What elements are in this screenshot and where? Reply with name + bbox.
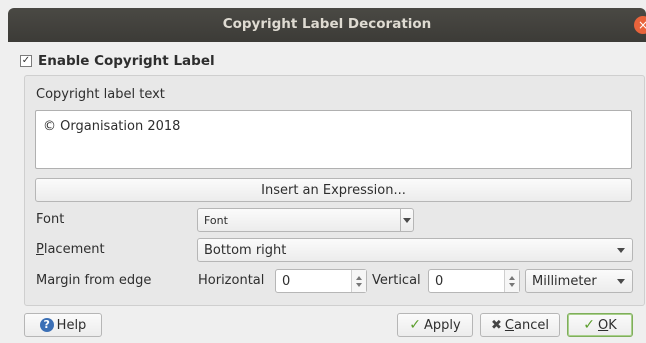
font-label: Font xyxy=(36,212,65,227)
checkbox[interactable]: ✓ xyxy=(20,55,32,67)
cancel-button-label: Cancel xyxy=(504,317,549,333)
apply-button[interactable]: ✓ Apply xyxy=(397,313,473,337)
copyright-text-label: Copyright label text xyxy=(36,87,165,102)
enable-copyright-checkbox[interactable]: ✓ Enable Copyright Label xyxy=(20,51,215,71)
placement-dropdown[interactable]: Bottom right xyxy=(197,238,633,262)
help-button-label: Help xyxy=(56,317,87,333)
cancel-button[interactable]: ✖ Cancel xyxy=(480,313,560,337)
check-icon: ✓ xyxy=(583,317,595,333)
vertical-label: Vertical xyxy=(372,273,421,288)
close-icon[interactable]: × xyxy=(634,16,646,34)
insert-expression-button[interactable]: Insert an Expression... xyxy=(35,178,632,202)
font-button[interactable]: Font xyxy=(197,208,414,232)
horizontal-value: 0 xyxy=(282,273,291,289)
enable-label: Enable Copyright Label xyxy=(38,53,215,69)
help-button[interactable]: ? Help xyxy=(24,313,102,337)
horizontal-label: Horizontal xyxy=(198,273,265,288)
help-icon: ? xyxy=(39,318,54,332)
placement-value: Bottom right xyxy=(204,242,287,258)
title-bar: Copyright Label Decoration × xyxy=(8,8,646,42)
copyright-text-input[interactable]: © Organisation 2018 xyxy=(35,110,632,169)
ok-button-label: OK xyxy=(597,317,617,333)
font-dropdown-arrow[interactable] xyxy=(400,209,413,231)
placement-label: Placement xyxy=(36,242,105,257)
font-button-label: Font xyxy=(204,213,228,227)
margin-label: Margin from edge xyxy=(36,273,152,288)
spinner-icon[interactable] xyxy=(504,270,519,292)
vertical-spinbox[interactable]: 0 xyxy=(428,269,520,293)
units-value: Millimeter xyxy=(532,273,597,289)
window-title: Copyright Label Decoration xyxy=(222,16,432,32)
chevron-down-icon xyxy=(617,279,625,284)
horizontal-spinbox[interactable]: 0 xyxy=(275,269,367,293)
apply-button-label: Apply xyxy=(424,317,461,333)
units-dropdown[interactable]: Millimeter xyxy=(525,269,633,293)
spinner-icon[interactable] xyxy=(351,270,366,292)
check-icon: ✓ xyxy=(409,317,422,333)
x-icon: ✖ xyxy=(491,317,502,333)
ok-button[interactable]: ✓ OK xyxy=(567,313,633,337)
chevron-down-icon xyxy=(617,248,625,253)
vertical-value: 0 xyxy=(435,273,444,289)
